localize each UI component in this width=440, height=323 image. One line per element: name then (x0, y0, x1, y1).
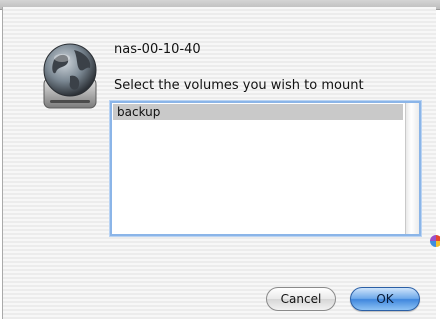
server-name: nas-00-10-40 (114, 42, 201, 57)
network-globe-drive-icon (43, 43, 97, 109)
volume-item-backup[interactable]: backup (113, 104, 403, 120)
list-scrollbar[interactable] (405, 103, 419, 234)
ok-button[interactable]: OK (350, 287, 420, 311)
volume-list[interactable]: backup (110, 101, 421, 236)
color-wheel-icon (430, 235, 440, 247)
mount-prompt: Select the volumes you wish to mount (114, 78, 364, 93)
cancel-button[interactable]: Cancel (266, 287, 336, 311)
